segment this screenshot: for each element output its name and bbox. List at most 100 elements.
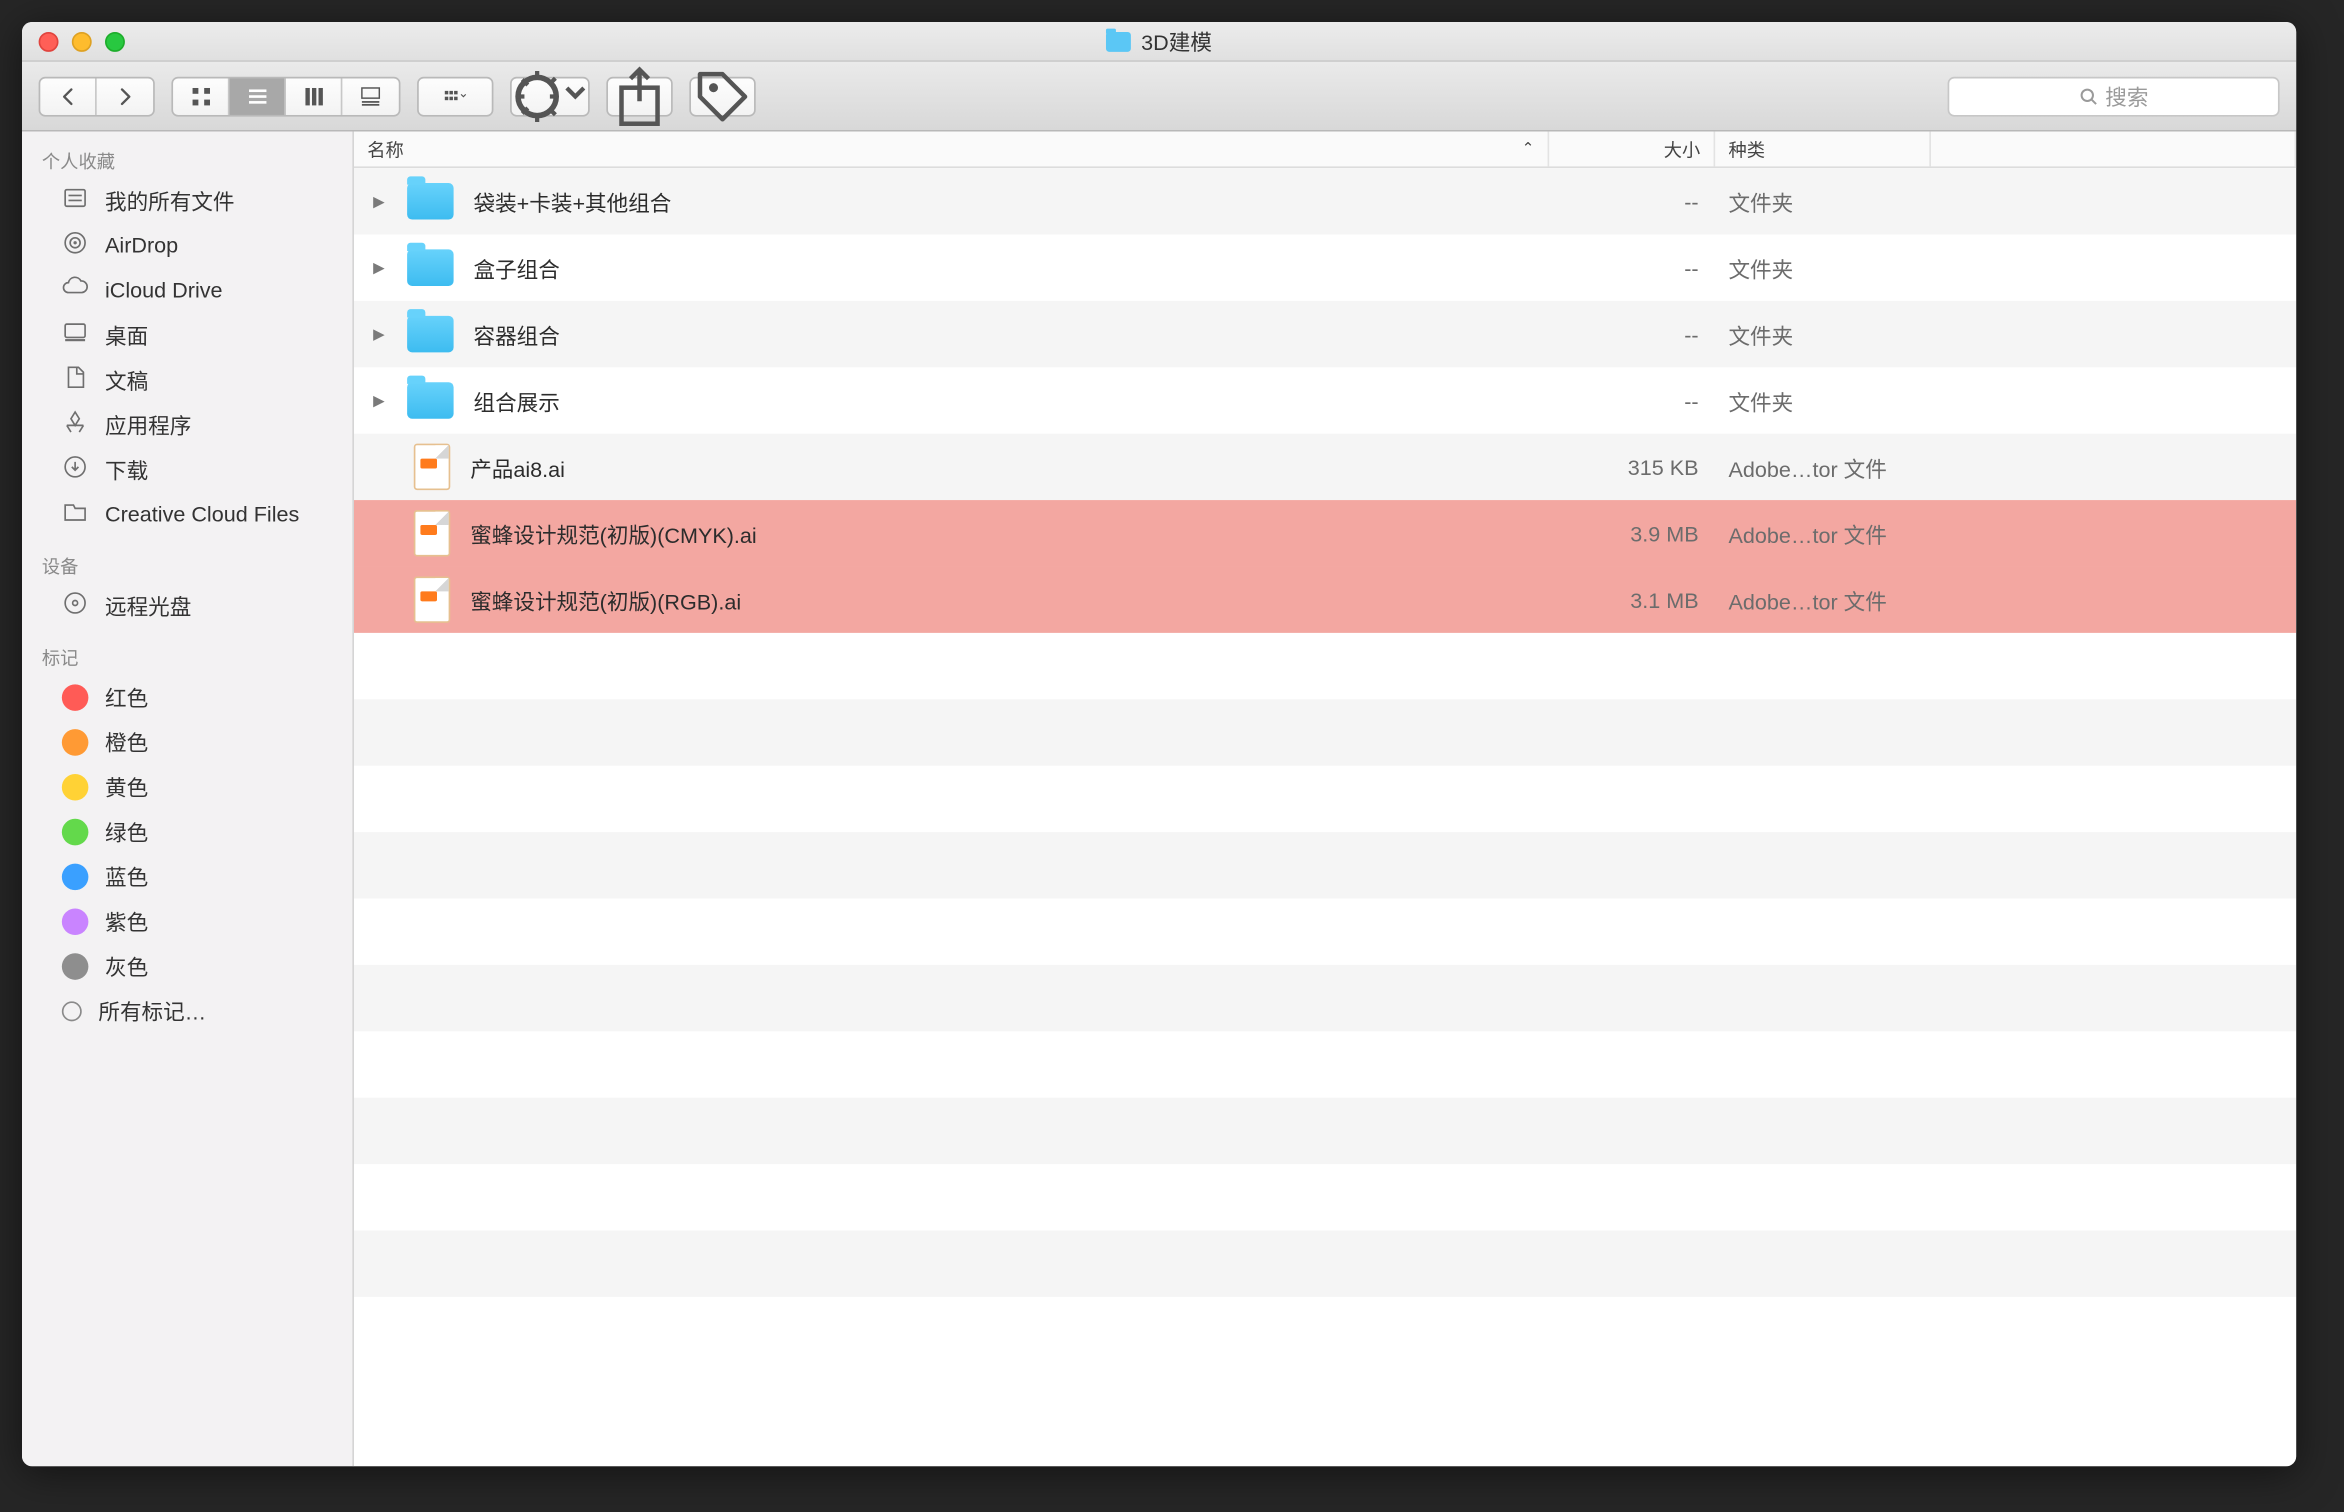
sidebar-tag[interactable]: 绿色 [22, 809, 352, 854]
tag-color-icon [62, 684, 89, 711]
view-mode-buttons [171, 76, 400, 116]
sidebar-tag[interactable]: 紫色 [22, 898, 352, 943]
tag-color-icon [62, 908, 89, 935]
file-name: 蜜蜂设计规范(初版)(RGB).ai [470, 584, 741, 616]
file-row[interactable]: 产品ai8.ai315 KBAdobe…tor 文件 [354, 434, 2296, 500]
arrange-button[interactable] [419, 78, 492, 115]
file-size: 315 KB [1549, 454, 1715, 479]
sidebar-item-label: 蓝色 [105, 860, 148, 892]
sidebar-item-all-files[interactable]: 我的所有文件 [22, 178, 352, 223]
desktop-icon [62, 319, 89, 351]
column-view-button[interactable] [286, 78, 342, 115]
empty-row [354, 633, 2296, 699]
sidebar-item-label: 下载 [105, 454, 148, 486]
sidebar-item-folder[interactable]: Creative Cloud Files [22, 492, 352, 537]
empty-row [354, 766, 2296, 832]
arrange-group [417, 76, 493, 116]
file-kind: 文件夹 [1715, 186, 1931, 218]
file-row[interactable]: 蜜蜂设计规范(初版)(RGB).ai3.1 MBAdobe…tor 文件 [354, 566, 2296, 632]
disclosure-triangle-icon[interactable]: ▶ [371, 192, 388, 210]
disclosure-triangle-icon[interactable]: ▶ [371, 259, 388, 277]
icon-view-button[interactable] [173, 78, 229, 115]
search-placeholder: 搜索 [2105, 80, 2148, 112]
column-kind[interactable]: 种类 [1715, 132, 1931, 167]
forward-button[interactable] [97, 78, 153, 115]
sidebar-tag[interactable]: 橙色 [22, 719, 352, 764]
sidebar-item-label: 所有标记… [98, 995, 206, 1027]
coverflow-view-button[interactable] [342, 78, 398, 115]
column-extra[interactable] [1931, 132, 2296, 167]
sidebar-item-label: 黄色 [105, 771, 148, 803]
tag-color-icon [62, 952, 89, 979]
file-size: -- [1549, 189, 1715, 214]
sidebar-heading-favorites: 个人收藏 [22, 142, 352, 179]
file-size: -- [1549, 255, 1715, 280]
folder-icon [407, 183, 453, 220]
sidebar-item-desktop[interactable]: 桌面 [22, 313, 352, 358]
airdrop-icon [62, 230, 89, 262]
file-size: -- [1549, 322, 1715, 347]
tag-color-icon [62, 818, 89, 845]
sidebar-tag[interactable]: 灰色 [22, 943, 352, 988]
column-name[interactable]: 名称⌃ [354, 132, 1549, 167]
sidebar-item-label: 文稿 [105, 364, 148, 396]
folder-row[interactable]: ▶组合展示--文件夹 [354, 367, 2296, 433]
sidebar-heading-tags: 标记 [22, 638, 352, 675]
list-view-button[interactable] [230, 78, 286, 115]
sidebar-item-airdrop[interactable]: AirDrop [22, 223, 352, 268]
finder-window: 3D建模 搜索 个人收藏 我的所有文件AirDropiCloud Dri [22, 22, 2296, 1466]
folder-row[interactable]: ▶容器组合--文件夹 [354, 301, 2296, 367]
sidebar-item-label: 绿色 [105, 815, 148, 847]
disc-icon [62, 590, 89, 622]
sidebar-tag[interactable]: 蓝色 [22, 854, 352, 899]
close-button[interactable] [39, 31, 59, 51]
file-name: 袋装+卡装+其他组合 [474, 186, 672, 218]
file-list-area: 名称⌃ 大小 种类 ▶袋装+卡装+其他组合--文件夹▶盒子组合--文件夹▶容器组… [354, 132, 2296, 1467]
folder-row[interactable]: ▶ 袋装+卡装+其他组合 --文件夹 [354, 168, 2296, 234]
tag-color-icon [62, 773, 89, 800]
sidebar-item-icloud[interactable]: iCloud Drive [22, 268, 352, 313]
sidebar-item-label: 橙色 [105, 726, 148, 758]
sidebar-item-apps[interactable]: 应用程序 [22, 402, 352, 447]
sidebar-item-device[interactable]: 远程光盘 [22, 583, 352, 628]
tag-color-icon [62, 728, 89, 755]
tags-button[interactable] [689, 76, 755, 116]
sidebar-tag[interactable]: 黄色 [22, 764, 352, 809]
search-icon [2079, 86, 2099, 106]
folder-row[interactable]: ▶盒子组合--文件夹 [354, 234, 2296, 300]
folder-icon [407, 382, 453, 419]
file-list: ▶袋装+卡装+其他组合--文件夹▶盒子组合--文件夹▶容器组合--文件夹▶组合展… [354, 168, 2296, 1466]
sidebar: 个人收藏 我的所有文件AirDropiCloud Drive桌面文稿应用程序下载… [22, 132, 354, 1467]
sidebar-tag[interactable]: 红色 [22, 674, 352, 719]
empty-row [354, 1164, 2296, 1230]
column-size[interactable]: 大小 [1549, 132, 1715, 167]
empty-row [354, 699, 2296, 765]
action-button[interactable] [510, 76, 590, 116]
minimize-button[interactable] [72, 31, 92, 51]
disclosure-triangle-icon[interactable]: ▶ [371, 325, 388, 343]
back-button[interactable] [40, 78, 96, 115]
file-row[interactable]: 蜜蜂设计规范(初版)(CMYK).ai3.9 MBAdobe…tor 文件 [354, 500, 2296, 566]
icloud-icon [62, 274, 89, 306]
search-field[interactable]: 搜索 [1948, 76, 2280, 116]
file-name: 产品ai8.ai [470, 451, 565, 483]
file-size: 3.9 MB [1549, 521, 1715, 546]
sort-indicator-icon: ⌃ [1522, 140, 1535, 158]
sidebar-all-tags[interactable]: 所有标记… [22, 988, 352, 1033]
empty-row [354, 832, 2296, 898]
file-kind: 文件夹 [1715, 385, 1931, 417]
disclosure-triangle-icon[interactable]: ▶ [371, 391, 388, 409]
file-name: 蜜蜂设计规范(初版)(CMYK).ai [470, 518, 757, 550]
file-size: -- [1549, 388, 1715, 413]
sidebar-item-label: 紫色 [105, 905, 148, 937]
empty-row [354, 1098, 2296, 1164]
ai-file-icon [414, 510, 451, 556]
sidebar-item-downloads[interactable]: 下载 [22, 447, 352, 492]
file-kind: 文件夹 [1715, 318, 1931, 350]
share-button[interactable] [606, 76, 672, 116]
fullscreen-button[interactable] [105, 31, 125, 51]
sidebar-item-documents[interactable]: 文稿 [22, 357, 352, 402]
column-header: 名称⌃ 大小 种类 [354, 132, 2296, 169]
window-controls [22, 31, 125, 51]
documents-icon [62, 364, 89, 396]
